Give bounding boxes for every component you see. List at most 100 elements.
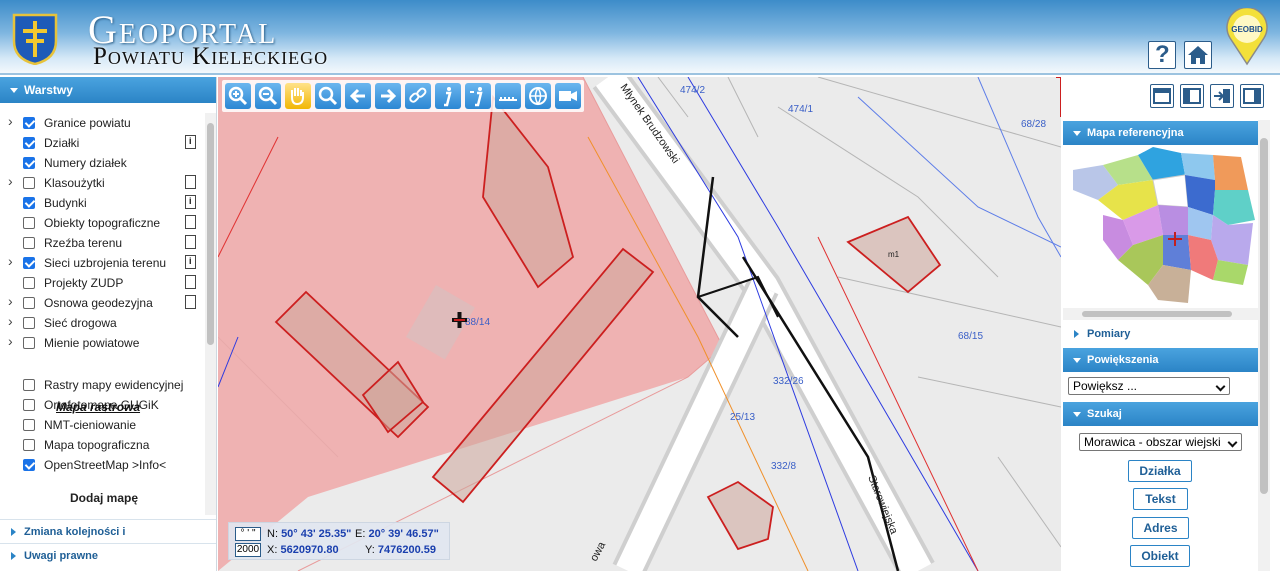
layer-checkbox[interactable] <box>23 297 35 309</box>
reference-map-scroll-thumb[interactable] <box>1082 311 1232 317</box>
next-view-tool-button[interactable] <box>375 83 401 109</box>
search-address-button[interactable]: Adres <box>1132 517 1189 539</box>
view-left-panel-button[interactable] <box>1180 84 1204 108</box>
app-header: Geoportal Powiatu Kieleckiego ? GEOBID <box>0 0 1280 75</box>
layer-checkbox[interactable] <box>23 337 35 349</box>
layer-info-icon[interactable] <box>185 255 196 269</box>
layer-label[interactable]: Projekty ZUDP <box>44 276 123 290</box>
layer-row: Rastry mapy ewidencyjnej <box>0 375 205 395</box>
info-tool-button[interactable] <box>435 83 461 109</box>
expand-chevron-icon[interactable]: › <box>8 173 13 189</box>
layer-checkbox[interactable] <box>23 459 35 471</box>
layer-label[interactable]: Mapa topograficzna <box>44 438 149 452</box>
layer-checkbox[interactable] <box>23 439 35 451</box>
crs-2000-button[interactable]: 2000 <box>235 543 261 557</box>
layer-label[interactable]: Sieci uzbrojenia terenu <box>44 256 166 270</box>
layer-checkbox[interactable] <box>23 137 35 149</box>
search-text-button[interactable]: Tekst <box>1133 488 1188 510</box>
expand-chevron-icon[interactable]: › <box>8 253 13 269</box>
home-button[interactable] <box>1184 41 1212 69</box>
layer-checkbox[interactable] <box>23 257 35 269</box>
layers-panel-header[interactable]: Warstwy <box>0 77 216 103</box>
layer-checkbox[interactable] <box>23 277 35 289</box>
reference-map-header[interactable]: Mapa referencyjna <box>1063 121 1258 145</box>
help-button[interactable]: ? <box>1148 41 1176 69</box>
search-header[interactable]: Szukaj <box>1063 402 1258 426</box>
layer-label[interactable]: Rastry mapy ewidencyjnej <box>44 378 183 392</box>
layer-info-icon[interactable] <box>185 135 196 149</box>
tools-panel-scroll-thumb[interactable] <box>1260 138 1268 494</box>
zoom-out-tool-button[interactable] <box>255 83 281 109</box>
expand-chevron-icon[interactable]: › <box>8 313 13 329</box>
measure-icon <box>499 97 517 101</box>
layer-document-icon[interactable] <box>185 175 196 189</box>
accordion-order-opacity[interactable]: Zmiana kolejności i przezroczystości <box>0 519 216 562</box>
layer-checkbox[interactable] <box>23 157 35 169</box>
layers-scroll-thumb[interactable] <box>207 123 214 345</box>
layer-row: › Sieć drogowa <box>0 313 205 333</box>
layer-document-icon[interactable] <box>185 295 196 309</box>
previous-view-tool-button[interactable] <box>345 83 371 109</box>
layer-row: › Klasoużytki <box>0 173 205 193</box>
layers-scrollbar[interactable] <box>205 113 216 515</box>
zoom-box-tool-button[interactable] <box>315 83 341 109</box>
expand-chevron-icon[interactable]: › <box>8 113 13 129</box>
layer-label[interactable]: Budynki <box>44 196 87 210</box>
map-viewport[interactable]: Młynek Brudzowski Starowiejska owa 474/2… <box>218 77 1061 571</box>
link-tool-button[interactable] <box>405 83 431 109</box>
layer-checkbox[interactable] <box>23 217 35 229</box>
expand-chevron-icon[interactable]: › <box>8 333 13 349</box>
search-object-button[interactable]: Obiekt <box>1130 545 1190 567</box>
layer-checkbox[interactable] <box>23 379 35 391</box>
deg-format-button[interactable]: ° ' " <box>235 527 261 541</box>
info-advanced-tool-button[interactable] <box>465 83 491 109</box>
layer-label[interactable]: Działki <box>44 136 79 150</box>
zoom-select[interactable]: Powiększ ... <box>1068 377 1230 395</box>
view-export-button[interactable] <box>1210 84 1234 108</box>
measure-tool-button[interactable] <box>495 83 521 109</box>
layer-checkbox[interactable] <box>23 317 35 329</box>
layer-row: › Osnowa geodezyjna <box>0 293 205 313</box>
accordion-legal-notes[interactable]: Uwagi prawne <box>0 543 216 567</box>
zoom-in-tool-button[interactable] <box>225 83 251 109</box>
layer-label[interactable]: Granice powiatu <box>44 116 131 130</box>
layer-label[interactable]: Obiekty topograficzne <box>44 216 160 230</box>
layer-label[interactable]: Mienie powiatowe <box>44 336 139 350</box>
layer-document-icon[interactable] <box>185 275 196 289</box>
tools-panel-scrollbar[interactable] <box>1258 120 1270 571</box>
layer-label[interactable]: Sieć drogowa <box>44 316 117 330</box>
layer-label[interactable]: OpenStreetMap >Info< <box>44 458 166 472</box>
layer-document-icon[interactable] <box>185 215 196 229</box>
layer-label[interactable]: Klasoużytki <box>44 176 105 190</box>
layer-checkbox[interactable] <box>23 117 35 129</box>
reference-map-scrollbar[interactable] <box>1063 308 1258 320</box>
x-value: 5620970.80 <box>280 544 339 556</box>
search-parcel-button[interactable]: Działka <box>1128 460 1192 482</box>
parcel-label: 332/8 <box>771 461 796 472</box>
expand-chevron-icon[interactable]: › <box>8 293 13 309</box>
measurements-link[interactable]: Pomiary <box>1063 322 1259 346</box>
view-right-panel-button[interactable] <box>1240 84 1264 108</box>
parcel-label: 474/1 <box>788 104 813 115</box>
layer-row: NMT-cieniowanie <box>0 415 205 435</box>
layer-checkbox[interactable] <box>23 419 35 431</box>
municipality-select[interactable]: Morawica - obszar wiejski <box>1079 433 1242 451</box>
camera-tool-button[interactable] <box>555 83 581 109</box>
layer-document-icon[interactable] <box>185 235 196 249</box>
layer-checkbox[interactable] <box>23 197 35 209</box>
y-label: Y: <box>365 544 375 556</box>
layer-checkbox[interactable] <box>23 399 35 411</box>
reference-map[interactable] <box>1063 145 1258 310</box>
view-full-button[interactable] <box>1150 84 1174 108</box>
globe-tool-button[interactable] <box>525 83 551 109</box>
map-canvas[interactable]: Młynek Brudzowski Starowiejska owa 474/2… <box>218 77 1061 571</box>
layer-label[interactable]: Numery działek <box>44 156 127 170</box>
layer-label[interactable]: NMT-cieniowanie <box>44 418 136 432</box>
layer-checkbox[interactable] <box>23 177 35 189</box>
layer-checkbox[interactable] <box>23 237 35 249</box>
layer-info-icon[interactable] <box>185 195 196 209</box>
layer-label[interactable]: Osnowa geodezyjna <box>44 296 153 310</box>
layer-label[interactable]: Rzeźba terenu <box>44 236 122 250</box>
pan-tool-button[interactable] <box>285 83 311 109</box>
zoom-header[interactable]: Powiększenia <box>1063 348 1258 372</box>
